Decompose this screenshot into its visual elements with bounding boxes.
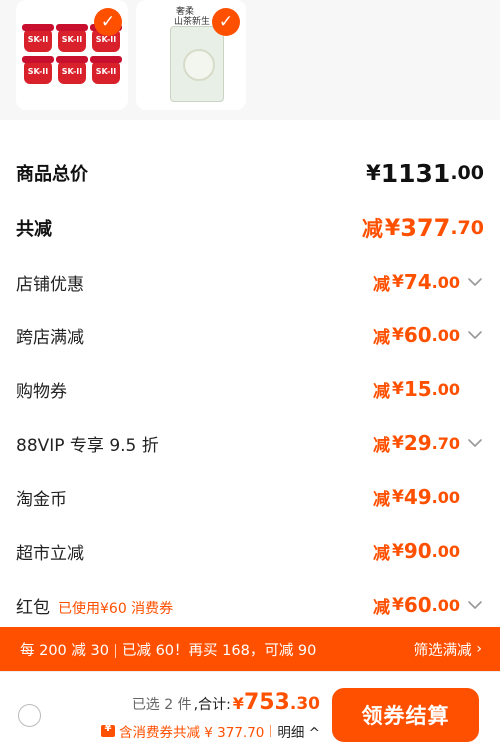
discount-value: 减 ¥60.00 [373, 593, 484, 618]
discount-summary-text: 含消费券共减 ¥ 377.70 [118, 725, 265, 741]
total-label: ,合计: [193, 697, 231, 713]
discount-row-shopping-voucher: 购物券 减 ¥15.00 [16, 374, 484, 404]
discount-label: 88VIP 专享 9.5 折 [16, 435, 159, 456]
chevron-down-icon[interactable] [466, 326, 484, 344]
product-thumb-2[interactable]: 奢柔 山茶新生 ✓ [136, 0, 246, 110]
total-reduction-label: 共减 [16, 219, 52, 240]
select-all-radio[interactable] [18, 704, 41, 727]
product-jar-image: SK-II [90, 56, 122, 84]
discount-value: 减 ¥29.70 [373, 431, 484, 456]
chevron-right-icon: › [476, 641, 482, 657]
discount-value: 减 ¥49.00 [372, 485, 460, 510]
check-icon[interactable]: ✓ [212, 8, 240, 36]
total-price-label: 商品总价 [16, 164, 88, 185]
checkout-button[interactable]: 领券结算 [332, 688, 479, 742]
discount-label: 淘金币 [16, 489, 67, 510]
discount-label: 购物券 [16, 381, 67, 402]
total-reduction-row: 共减 减 ¥377.70 [16, 213, 484, 243]
detail-toggle[interactable]: 明细 ^ [277, 721, 320, 741]
discount-label: 店铺优惠 [16, 274, 84, 295]
product-jar-image: SK-II [22, 56, 54, 84]
discount-row-red-packet[interactable]: 红包 已使用¥60 消费券 减 ¥60.00 [16, 590, 484, 620]
discount-row-88vip[interactable]: 88VIP 专享 9.5 折 减 ¥29.70 [16, 428, 484, 458]
total-reduction-value: 减 ¥377.70 [361, 214, 484, 242]
total-price-row: 商品总价 ¥1131.00 [16, 158, 484, 188]
total-price-value: ¥1131.00 [366, 158, 484, 188]
promo-bar: 每 200 减 30 已减 60！再买 168，可减 90 筛选满减 › [0, 627, 500, 671]
filter-discount-link[interactable]: 筛选满减 › [414, 639, 482, 660]
product-pack-image [170, 26, 224, 102]
selected-count: 已选 2 件 [131, 697, 192, 713]
discount-value: 减 ¥15.00 [372, 377, 460, 402]
selection-summary: 已选 2 件 ,合计: ¥753.30 [131, 690, 320, 715]
chevron-down-icon[interactable] [466, 434, 484, 452]
product-jar-image: SK-II [56, 24, 88, 52]
discount-summary[interactable]: 含消费券共减 ¥ 377.70 明细 ^ [100, 721, 320, 741]
discount-value: 减 ¥74.00 [373, 270, 484, 295]
discount-row-cross-store[interactable]: 跨店满减 减 ¥60.00 [16, 320, 484, 350]
discount-row-tao-coins: 淘金币 减 ¥49.00 [16, 482, 484, 512]
total-amount: 753 [243, 690, 290, 715]
chevron-down-icon[interactable] [466, 596, 484, 614]
check-icon[interactable]: ✓ [94, 8, 122, 36]
discount-value: 减 ¥60.00 [373, 323, 484, 348]
discount-label: 跨店满减 [16, 327, 84, 348]
discount-label: 红包 已使用¥60 消费券 [16, 597, 174, 618]
product-jar-image: SK-II [56, 56, 88, 84]
discount-value: 减 ¥90.00 [372, 539, 460, 564]
discount-row-supermarket: 超市立减 减 ¥90.00 [16, 536, 484, 566]
product-thumb-1[interactable]: SK-II SK-II SK-II SK-II SK-II SK-II ✓ [16, 0, 128, 110]
red-packet-note: 已使用¥60 消费券 [58, 600, 174, 617]
chevron-down-icon[interactable] [466, 273, 484, 291]
discount-row-shop[interactable]: 店铺优惠 减 ¥74.00 [16, 267, 484, 297]
product-jar-image: SK-II [22, 24, 54, 52]
product-thumbnails: SK-II SK-II SK-II SK-II SK-II SK-II ✓ 奢柔… [0, 0, 500, 120]
coupon-icon [100, 723, 115, 737]
discount-label: 超市立减 [16, 543, 84, 564]
checkout-bar: 已选 2 件 ,合计: ¥753.30 含消费券共减 ¥ 377.70 明细 ^… [0, 671, 500, 755]
promo-text: 每 200 减 30 已减 60！再买 168，可减 90 [20, 642, 317, 659]
